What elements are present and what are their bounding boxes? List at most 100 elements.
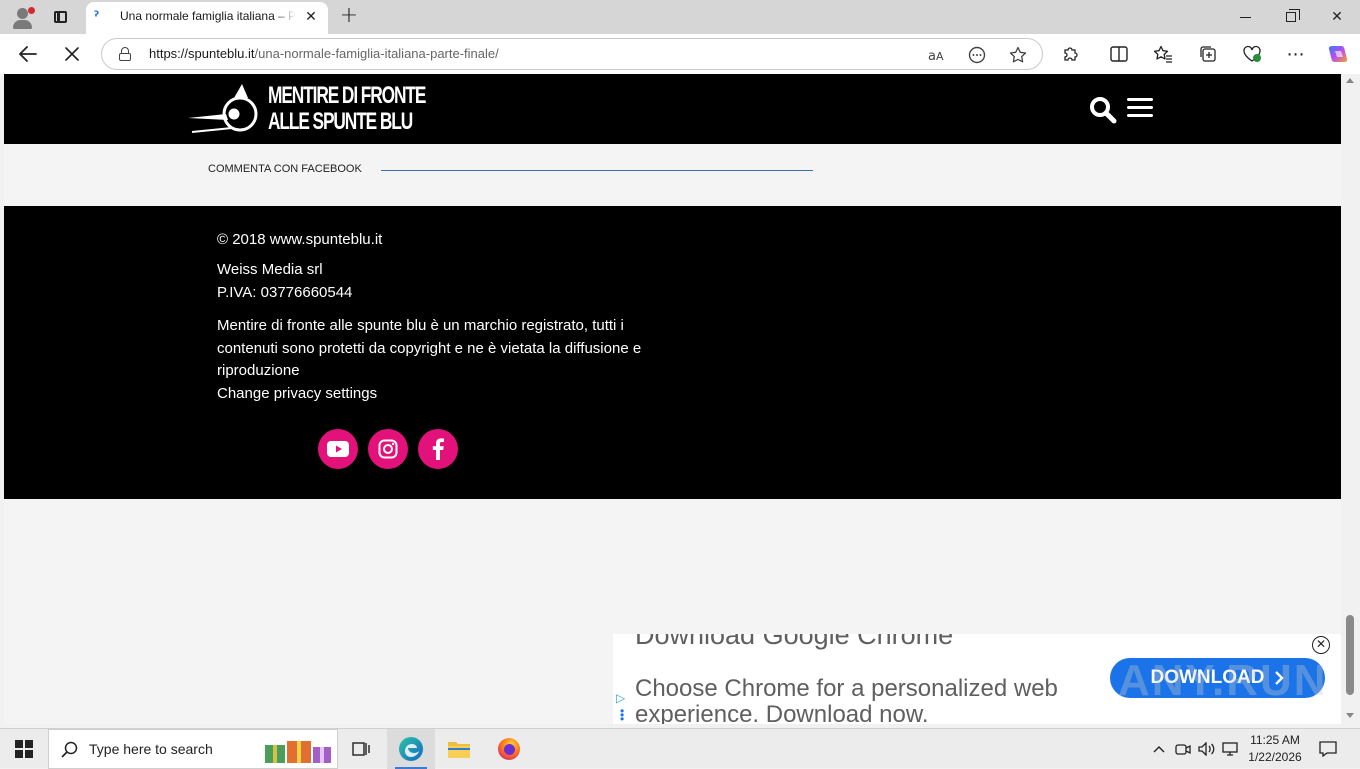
scroll-thumb[interactable] — [1346, 615, 1354, 695]
settings-menu-button[interactable]: ⋯ — [1281, 40, 1311, 68]
comment-heading: COMMENTA CON FACEBOOK — [208, 163, 362, 175]
stop-loading-button[interactable] — [57, 40, 87, 68]
favorites-icon — [1153, 45, 1172, 63]
tray-meet-now[interactable] — [1173, 729, 1193, 769]
footer-company: Weiss Media srl — [217, 261, 323, 278]
site-menu-button[interactable] — [1127, 98, 1155, 120]
split-screen-icon — [1110, 46, 1128, 62]
puzzle-icon — [1064, 47, 1078, 61]
search-icon — [61, 741, 78, 758]
close-icon: ✕ — [1331, 9, 1343, 25]
start-button[interactable] — [0, 729, 48, 769]
notification-icon — [1319, 741, 1337, 757]
window-restore-button[interactable] — [1268, 0, 1314, 34]
tab-actions-button[interactable] — [48, 6, 72, 28]
network-icon — [1222, 742, 1238, 756]
split-screen-button[interactable] — [1104, 40, 1134, 68]
facebook-icon — [432, 438, 444, 460]
taskbar-file-explorer[interactable] — [435, 729, 483, 769]
favorites-button[interactable] — [1148, 40, 1178, 68]
url-text[interactable]: https://spunteblu.it/una-normale-famigli… — [149, 46, 499, 61]
read-aloud-icon[interactable]: aA — [926, 44, 948, 66]
footer-copyright: © 2018 www.spunteblu.it — [217, 231, 383, 248]
arrow-left-icon — [19, 46, 37, 62]
site-logo[interactable]: MENTIRE DI FRONTE ALLE SPUNTE BLU — [188, 80, 426, 138]
profile-icon — [17, 8, 28, 19]
tab-actions-icon — [54, 11, 67, 23]
firefox-icon — [498, 738, 520, 760]
browser-title-bar: ˀ Una normale famiglia italiana – Parte … — [0, 0, 1360, 34]
lock-icon[interactable] — [118, 47, 132, 61]
adchoices-icon[interactable]: ▷ — [616, 692, 628, 704]
speaker-icon — [1198, 742, 1215, 756]
more-dots-icon: ⋯ — [1286, 43, 1306, 65]
address-bar[interactable]: https://spunteblu.it/una-normale-famigli… — [101, 38, 1043, 70]
ad-close-button[interactable]: ✕ — [1312, 636, 1330, 654]
copilot-icon — [1328, 46, 1348, 62]
site-favicon-icon: ˀ — [94, 9, 99, 25]
extensions-button[interactable] — [1056, 40, 1086, 68]
collections-button[interactable] — [1193, 40, 1223, 68]
instagram-icon — [378, 439, 398, 459]
page-scrollbar[interactable] — [1341, 74, 1360, 724]
web-page: MENTIRE DI FRONTE ALLE SPUNTE BLU COMMEN… — [4, 74, 1341, 724]
tray-volume[interactable] — [1197, 729, 1217, 769]
copilot-button[interactable] — [1323, 40, 1353, 68]
taskbar-clock[interactable]: 11:25 AM 1/22/2026 — [1246, 732, 1304, 766]
back-button[interactable] — [13, 40, 43, 68]
svg-text:a: a — [928, 49, 936, 63]
footer-trademark-notice: Mentire di fronte alle spunte blu è un m… — [217, 317, 642, 379]
heart-pulse-icon — [1243, 45, 1261, 62]
restore-icon — [1286, 9, 1300, 22]
show-hidden-icons-button[interactable] — [1150, 729, 1168, 769]
instagram-link[interactable] — [368, 429, 408, 469]
task-view-button[interactable] — [337, 729, 385, 769]
taskbar-search[interactable]: Type here to search — [48, 729, 338, 769]
task-view-icon — [352, 742, 370, 756]
notification-dot — [28, 7, 35, 14]
windows-taskbar: Type here to search 11:25 AM 1/22/2026 — [0, 728, 1360, 769]
search-icon — [1090, 97, 1117, 124]
scroll-up-icon[interactable] — [1346, 78, 1354, 83]
privacy-settings-link[interactable]: Change privacy settings — [217, 385, 377, 402]
page-menu-icon[interactable] — [966, 44, 988, 66]
facebook-link[interactable] — [418, 429, 458, 469]
camera-icon — [1175, 744, 1191, 755]
pinocchio-logo-icon — [188, 84, 258, 133]
footer-vat: P.IVA: 03776660544 — [217, 284, 353, 301]
gifts-icon — [265, 741, 331, 763]
browser-essentials-button[interactable] — [1237, 40, 1267, 68]
logo-text: MENTIRE DI FRONTE ALLE SPUNTE BLU — [268, 82, 426, 135]
window-close-button[interactable]: ✕ — [1314, 0, 1360, 34]
favorite-star-icon[interactable] — [1007, 44, 1029, 66]
hamburger-menu-icon — [1127, 98, 1153, 101]
edge-icon — [399, 737, 423, 761]
profile-button[interactable] — [8, 4, 36, 30]
tray-network[interactable] — [1221, 729, 1241, 769]
scroll-down-icon[interactable] — [1346, 713, 1354, 718]
youtube-icon — [327, 441, 349, 457]
taskbar-firefox[interactable] — [485, 729, 533, 769]
search-placeholder: Type here to search — [89, 741, 213, 757]
folder-icon — [448, 742, 470, 758]
divider — [381, 170, 813, 171]
browser-toolbar: https://spunteblu.it/una-normale-famigli… — [0, 34, 1360, 74]
browser-tab-active[interactable]: ˀ Una normale famiglia italiana – Parte … — [86, 2, 328, 34]
minimize-icon — [1239, 16, 1251, 18]
ad-options-icon[interactable]: • • • — [620, 705, 624, 724]
notifications-button[interactable] — [1314, 729, 1342, 769]
new-tab-button[interactable]: + — [336, 4, 362, 30]
ad-body: Choose Chrome for a personalized web exp… — [635, 675, 1058, 725]
stop-icon — [65, 47, 79, 61]
taskbar-edge[interactable] — [387, 729, 435, 769]
anyrun-watermark: ANY.RUN — [1118, 656, 1328, 705]
svg-text:A: A — [936, 50, 944, 63]
ad-headline: Download Google Chrome — [635, 634, 954, 650]
youtube-link[interactable] — [318, 429, 358, 469]
site-footer: © 2018 www.spunteblu.it Weiss Media srl … — [4, 206, 1341, 499]
chevron-up-icon — [1153, 746, 1165, 753]
tab-close-icon[interactable]: ✕ — [302, 8, 320, 26]
site-header: MENTIRE DI FRONTE ALLE SPUNTE BLU — [4, 74, 1341, 144]
window-minimize-button[interactable] — [1222, 0, 1268, 34]
site-search-button[interactable] — [1089, 96, 1117, 124]
